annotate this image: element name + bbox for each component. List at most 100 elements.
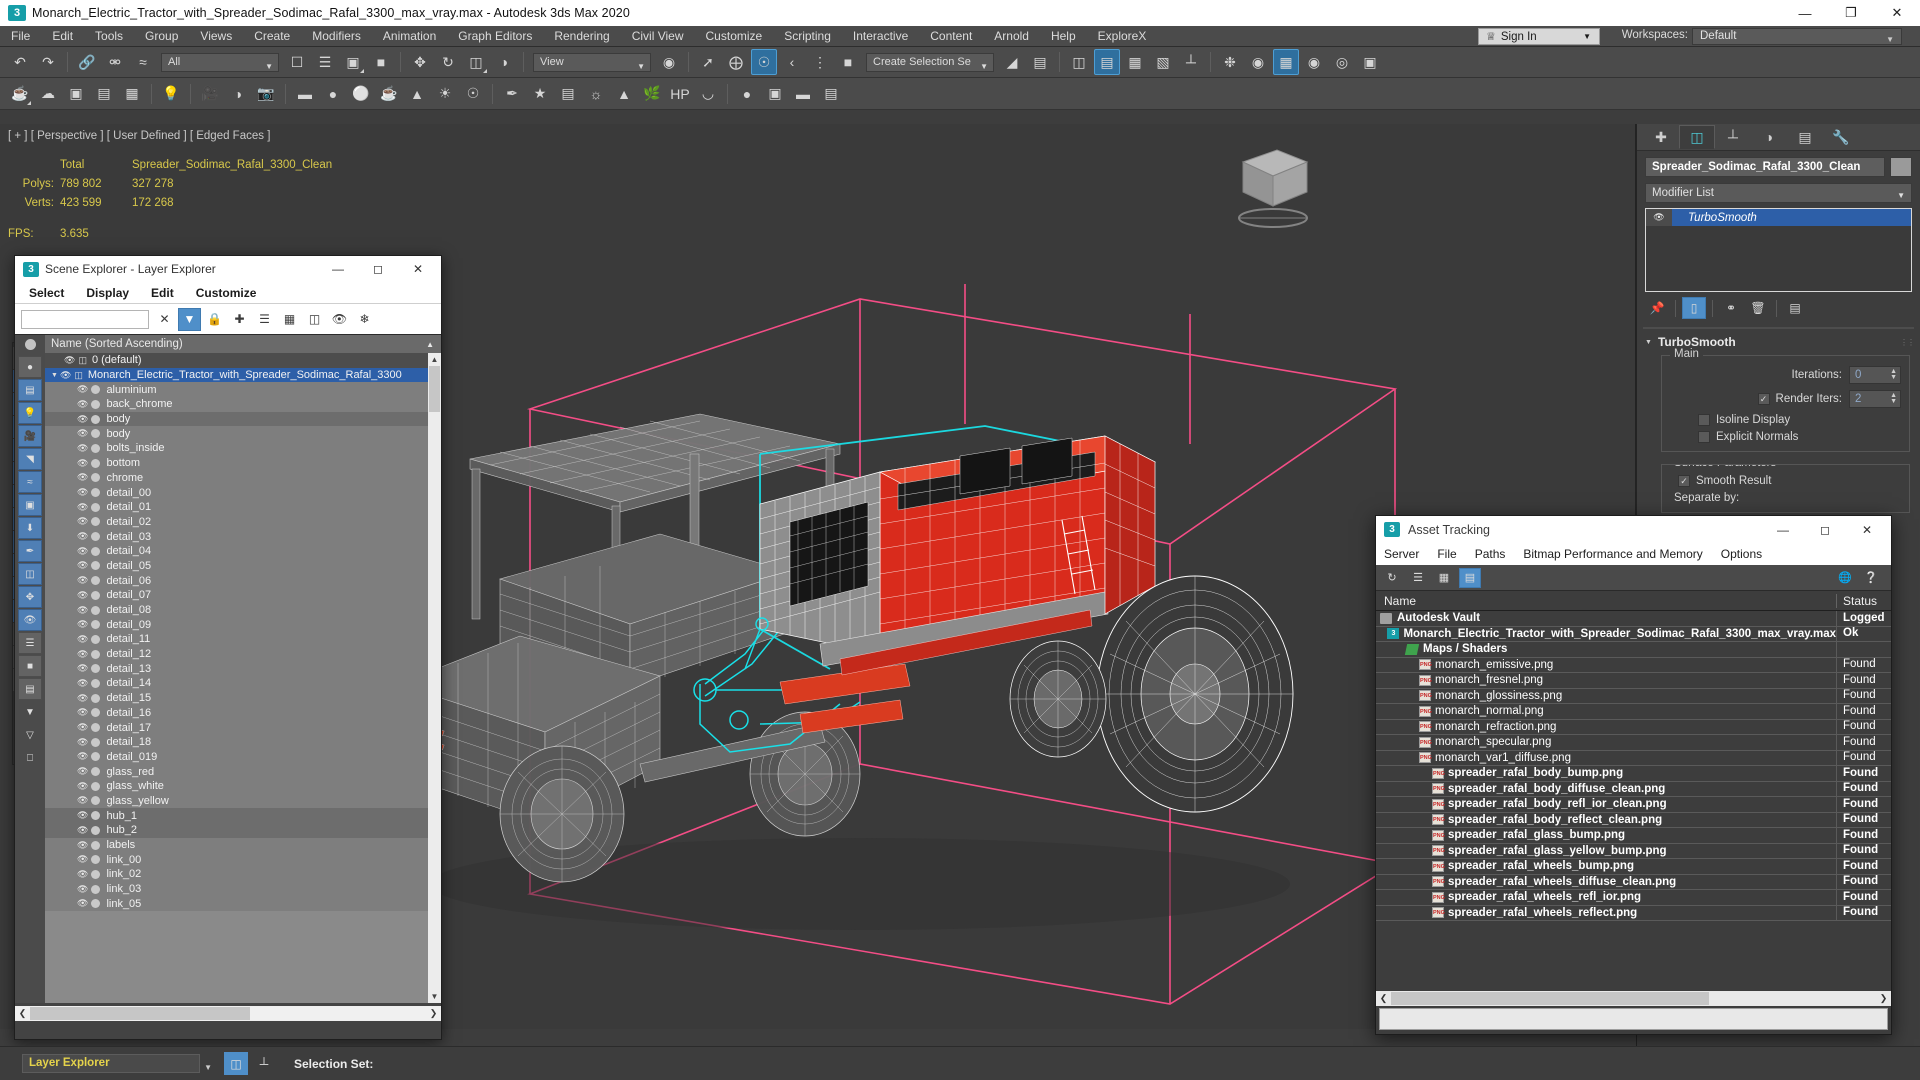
layer-row[interactable]: 👁 detail_14 xyxy=(45,676,441,691)
physical-camera-icon[interactable]: ◑ xyxy=(225,81,251,107)
clear-search-icon[interactable]: ✕ xyxy=(153,308,176,331)
vray-light-icon[interactable]: ☼ xyxy=(583,81,609,107)
daylight-system-icon[interactable]: ☉ xyxy=(460,81,486,107)
visibility-eye-icon[interactable]: 👁 xyxy=(77,854,88,865)
help-globe-icon[interactable]: 🌐 xyxy=(1834,568,1856,588)
asset-row[interactable]: PNG spreader_rafal_body_refl_ior_clean.pn… xyxy=(1376,796,1891,813)
name-column-header[interactable]: Name (Sorted Ascending) ▲ xyxy=(45,334,441,354)
visibility-eye-icon[interactable]: 👁 xyxy=(77,693,88,704)
layer-row[interactable]: 👁 detail_13 xyxy=(45,661,441,677)
visibility-eye-icon[interactable]: 👁 xyxy=(77,531,88,542)
named-selection-sets-dropdown[interactable]: Create Selection Se ▼ xyxy=(866,52,994,72)
menu-graph-editors[interactable]: Graph Editors xyxy=(447,26,543,47)
asset-tracking-list[interactable]: Autodesk Vault Logged 3 Monarch_Electric_Tr… xyxy=(1376,611,1891,989)
select-and-scale-icon[interactable]: ◫ xyxy=(463,49,489,75)
maximize-button[interactable]: ❐ xyxy=(1828,0,1874,26)
use-pivot-point-center-icon[interactable]: ◉ xyxy=(656,49,682,75)
selection-filter-dropdown[interactable]: All ▼ xyxy=(161,52,279,72)
asset-row[interactable]: PNG monarch_refraction.png Found xyxy=(1376,719,1891,735)
select-by-name-icon[interactable]: ☰ xyxy=(312,49,338,75)
asset-row[interactable]: PNG spreader_rafal_wheels_diffuse_clean.p… xyxy=(1376,874,1891,890)
render-setup-icon[interactable]: ▦ xyxy=(1273,49,1299,75)
asset-row[interactable]: Maps / Shaders xyxy=(1376,641,1891,658)
sx-menu-customize[interactable]: Customize xyxy=(196,286,257,300)
scene-explorer-minimize-button[interactable]: — xyxy=(319,256,357,282)
ribbon-toggle-icon[interactable]: ▦ xyxy=(1122,49,1148,75)
layer-row[interactable]: 👁 labels xyxy=(45,837,441,853)
layer-row[interactable]: 👁 detail_17 xyxy=(45,720,441,735)
select-and-move-icon[interactable]: ✥ xyxy=(407,49,433,75)
minimize-button[interactable]: — xyxy=(1782,0,1828,26)
menu-scripting[interactable]: Scripting xyxy=(773,26,842,47)
layer-row[interactable]: 👁 detail_07 xyxy=(45,588,441,603)
asset-row[interactable]: PNG monarch_var1_diffuse.png Found xyxy=(1376,750,1891,766)
asset-row[interactable]: 3 Monarch_Electric_Tractor_with_Spreader_… xyxy=(1376,626,1891,642)
scroll-right-icon[interactable]: ❯ xyxy=(1876,993,1891,1004)
asset-tracking-window[interactable]: 3 Asset Tracking — ◻ ✕ Server File Paths… xyxy=(1375,515,1892,1035)
layer-row[interactable]: 👁 bottom xyxy=(45,455,441,471)
asset-row[interactable]: PNG spreader_rafal_wheels_reflect.png Foun… xyxy=(1376,905,1891,921)
make-unique-icon[interactable]: ⚭ xyxy=(1719,297,1743,319)
scene-explorer-layer-list[interactable]: 👁 ◫ 0 (default) ▼ 👁 ◫ Monarch_Electric_Tractor… xyxy=(45,353,441,1003)
layer-row[interactable]: 👁 body xyxy=(45,426,441,442)
tab-utilities[interactable]: 🔧 xyxy=(1823,125,1859,149)
asset-row[interactable]: PNG spreader_rafal_wheels_bump.png Found xyxy=(1376,858,1891,875)
gizmo-icon[interactable]: ✥ xyxy=(18,586,42,608)
layer-row[interactable]: 👁 detail_02 xyxy=(45,514,441,530)
redo-button[interactable]: ↷ xyxy=(35,49,61,75)
funnel-icon[interactable]: ▽ xyxy=(18,724,42,746)
visibility-eye-icon[interactable]: 👁 xyxy=(77,898,88,909)
vray-render-icon[interactable]: ★ xyxy=(527,81,553,107)
percent-snap-toggle-icon[interactable]: ‹ xyxy=(779,49,805,75)
layer-row[interactable]: 👁 glass_white xyxy=(45,778,441,794)
layer-row[interactable]: 👁 link_00 xyxy=(45,852,441,868)
vray-sphere-fade-icon[interactable]: ● xyxy=(734,81,760,107)
sx-menu-edit[interactable]: Edit xyxy=(151,286,174,300)
layer-row[interactable]: 👁 glass_yellow xyxy=(45,793,441,809)
cloud-icon[interactable]: ☁ xyxy=(35,81,61,107)
modifier-stack-item[interactable]: 👁 TurboSmooth xyxy=(1646,209,1911,226)
image-icon[interactable]: ▣ xyxy=(18,494,42,516)
layer-row[interactable]: 👁 detail_01 xyxy=(45,499,441,515)
modifier-eye-icon[interactable]: 👁 xyxy=(1646,209,1672,226)
refresh-icon[interactable]: ↻ xyxy=(1381,568,1403,588)
render-in-iray-icon[interactable]: ▣ xyxy=(1357,49,1383,75)
layer-row[interactable]: 👁 detail_06 xyxy=(45,573,441,588)
menu-modifiers[interactable]: Modifiers xyxy=(301,26,372,47)
smooth-result-checkbox[interactable]: ✓ xyxy=(1678,475,1690,487)
asset-row[interactable]: PNG spreader_rafal_glass_bump.png Found xyxy=(1376,827,1891,844)
layer-row[interactable]: 👁 detail_03 xyxy=(45,529,441,544)
notes-icon[interactable]: ▤ xyxy=(18,678,42,700)
layer-row[interactable]: 👁 back_chrome xyxy=(45,397,441,412)
asset-row[interactable]: PNG spreader_rafal_body_diffuse_clean.png… xyxy=(1376,781,1891,797)
scene-explorer-maximize-button[interactable]: ◻ xyxy=(359,256,397,282)
configure-modifier-sets-icon[interactable]: ▤ xyxy=(1783,297,1807,319)
layer-row[interactable]: 👁 detail_08 xyxy=(45,602,441,618)
layer-row[interactable]: 👁 link_02 xyxy=(45,867,441,882)
lock-icon[interactable]: 🔒 xyxy=(203,308,226,331)
select-and-link-icon[interactable]: 🔗 xyxy=(74,49,100,75)
sign-in-button[interactable]: ♕ Sign In ▼ xyxy=(1478,28,1600,45)
freeze-layer-icon[interactable]: ❄ xyxy=(353,308,376,331)
visibility-eye-icon[interactable]: 👁 xyxy=(77,472,88,483)
circle-icon[interactable]: ● xyxy=(18,356,42,378)
asset-row[interactable]: Autodesk Vault Logged xyxy=(1376,611,1891,627)
asset-row[interactable]: PNG spreader_rafal_glass_yellow_bump.png F… xyxy=(1376,843,1891,859)
object-color-swatch[interactable] xyxy=(1890,157,1912,177)
layer-row[interactable]: 👁 detail_00 xyxy=(45,485,441,500)
menu-animation[interactable]: Animation xyxy=(372,26,447,47)
menu-explorex[interactable]: ExploreX xyxy=(1087,26,1158,47)
layer-row[interactable]: 👁 detail_019 xyxy=(45,749,441,765)
visibility-eye-icon[interactable]: 👁 xyxy=(77,869,88,880)
menu-edit[interactable]: Edit xyxy=(41,26,84,47)
material-editor-icon[interactable]: ◉ xyxy=(1245,49,1271,75)
tab-hierarchy[interactable]: ┴ xyxy=(1715,125,1751,149)
layers-icon[interactable]: ◫ xyxy=(303,308,326,331)
layer-explorer-toggle-icon[interactable]: ◫ xyxy=(224,1052,248,1075)
asset-minimize-button[interactable]: — xyxy=(1763,516,1803,543)
asset-row[interactable]: PNG spreader_rafal_body_reflect_clean.png… xyxy=(1376,812,1891,828)
visibility-eye-icon[interactable]: 👁 xyxy=(77,810,88,821)
hide-layer-icon[interactable]: 👁 xyxy=(328,308,351,331)
remove-modifier-icon[interactable]: 🗑 xyxy=(1746,297,1770,319)
at-menu-bitmap-performance[interactable]: Bitmap Performance and Memory xyxy=(1523,547,1702,561)
